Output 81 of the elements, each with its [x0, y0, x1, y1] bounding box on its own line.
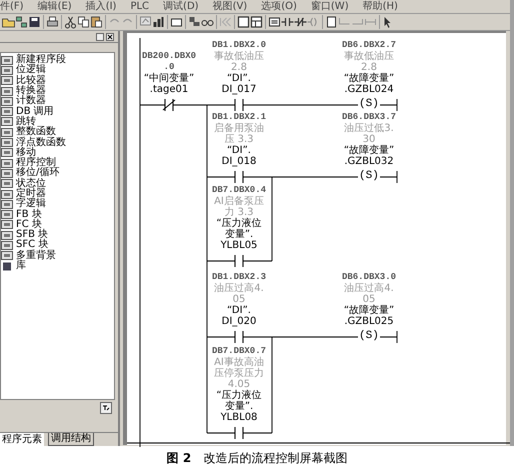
list-item[interactable]: 库 — [16, 261, 26, 272]
operand-symbol: “故障变量” — [344, 145, 394, 156]
operand-symbol: 变量”. — [224, 401, 254, 412]
menu-item[interactable]: 窗口(W) — [310, 2, 349, 12]
figure-label: 图 2 — [166, 450, 192, 466]
operand-symbol: .GZBL032 — [344, 156, 394, 167]
operand-comment: 05 — [232, 294, 246, 305]
operand-comment: 压 3.3 — [224, 134, 254, 145]
menu-item[interactable]: 件(F) — [0, 2, 24, 12]
coil-symbol[interactable]: (S) — [358, 171, 380, 182]
operand-symbol: “DI”. — [227, 145, 251, 156]
operand-address: DB7.DBX0.4 — [212, 185, 266, 196]
panel-tab[interactable]: 调用结构 — [48, 433, 94, 446]
list-item[interactable]: 整数函数 — [16, 127, 56, 138]
panel-tab[interactable]: 程序元素 — [0, 433, 44, 446]
operand-comment: AI事故高油 — [214, 357, 264, 368]
operand-symbol: 变量”. — [224, 229, 254, 240]
operand-symbol: YLBL08 — [220, 412, 258, 423]
operand-comment: 30 — [362, 134, 376, 145]
menu-item[interactable]: 插入(I) — [86, 2, 116, 12]
operand-symbol: DI_018 — [222, 156, 256, 167]
menu-item[interactable]: 编辑(E) — [38, 2, 72, 12]
operand-symbol: YLBL05 — [220, 240, 258, 251]
list-item[interactable]: 比较器 — [16, 76, 46, 86]
list-item[interactable]: 计数器 — [16, 96, 46, 106]
operand-comment: 4.05 — [228, 379, 250, 390]
figure-caption: 改造后的流程控制屏幕截图 — [203, 450, 348, 466]
operand-symbol: DI_020 — [222, 316, 256, 327]
operand-symbol: .GZBL025 — [344, 316, 394, 327]
menu-item[interactable]: 调试(D) — [163, 2, 199, 12]
menu-item[interactable]: 帮助(H) — [362, 2, 398, 12]
operand-comment: 2.8 — [231, 62, 247, 73]
operand-symbol: “压力液位 — [216, 218, 262, 229]
operand-comment: 05 — [362, 294, 376, 305]
menu-item[interactable]: 视图(V) — [212, 2, 248, 12]
operand-symbol: “中间变量” — [144, 73, 194, 84]
operand-comment: 事故低油压 — [344, 51, 394, 62]
operand-address: DB6.DBX2.7 — [342, 40, 396, 50]
operand-symbol: “DI”. — [227, 305, 251, 316]
operand-address: DB1.DBX2.1 — [212, 112, 266, 122]
operand-symbol: “故障变量” — [344, 305, 394, 316]
operand-comment: 油压过高4. — [214, 283, 264, 294]
operand-address: DB6.DBX3.7 — [342, 112, 396, 122]
list-item[interactable]: 跳转 — [16, 116, 36, 127]
operand-address: DB7.DBX0.7 — [212, 346, 266, 356]
operand-comment: 启备用泵油 — [214, 123, 264, 134]
list-item[interactable]: SFC 块 — [16, 240, 48, 250]
list-item[interactable]: 定时器 — [16, 189, 46, 199]
operand-comment: 压停泵压力 — [214, 368, 264, 379]
operand-symbol: “压力液位 — [216, 390, 262, 401]
operand-comment: 事故低油压 — [214, 51, 264, 62]
menu-item[interactable]: PLC — [130, 2, 150, 12]
operand-comment: 2.8 — [361, 62, 377, 73]
list-item[interactable]: 状态位 — [16, 178, 46, 189]
list-item[interactable]: 移动 — [16, 148, 36, 158]
operand-symbol: “DI”. — [227, 73, 251, 84]
operand-address: DB1.DBX2.0 — [212, 40, 266, 50]
operand-symbol: .GZBL024 — [344, 84, 394, 95]
coil-symbol[interactable]: (S) — [358, 331, 380, 342]
list-item[interactable]: FC 块 — [16, 220, 42, 230]
operand-comment: 油压过低3. — [344, 123, 394, 134]
list-item[interactable]: DB 调用 — [16, 106, 54, 117]
operand-address: .0 — [164, 62, 174, 72]
operand-address: DB200.DBX0 — [142, 51, 196, 62]
menu-item[interactable]: 选项(O) — [261, 2, 297, 12]
operand-address: DB6.DBX3.0 — [342, 272, 396, 282]
list-item[interactable]: 移位/循环 — [16, 168, 60, 178]
list-item[interactable]: 多重背景 — [16, 250, 56, 261]
list-item[interactable]: FB 块 — [16, 210, 42, 220]
list-item[interactable]: 位逻辑 — [16, 65, 46, 76]
coil-symbol[interactable]: (S) — [358, 99, 380, 110]
operand-symbol: DI_017 — [222, 84, 256, 95]
operand-symbol: .tage01 — [150, 84, 188, 95]
operand-address: DB1.DBX2.3 — [212, 272, 266, 282]
operand-comment: 力 3.3 — [224, 207, 254, 218]
operand-comment: AI启备泵压 — [214, 196, 264, 207]
operand-symbol: “故障变量” — [344, 73, 394, 84]
operand-comment: 油压过高4. — [344, 283, 394, 294]
list-item[interactable]: 字逻辑 — [16, 199, 46, 210]
list-item[interactable]: 程序控制 — [16, 158, 56, 168]
list-item[interactable]: 浮点数函数 — [16, 138, 66, 148]
